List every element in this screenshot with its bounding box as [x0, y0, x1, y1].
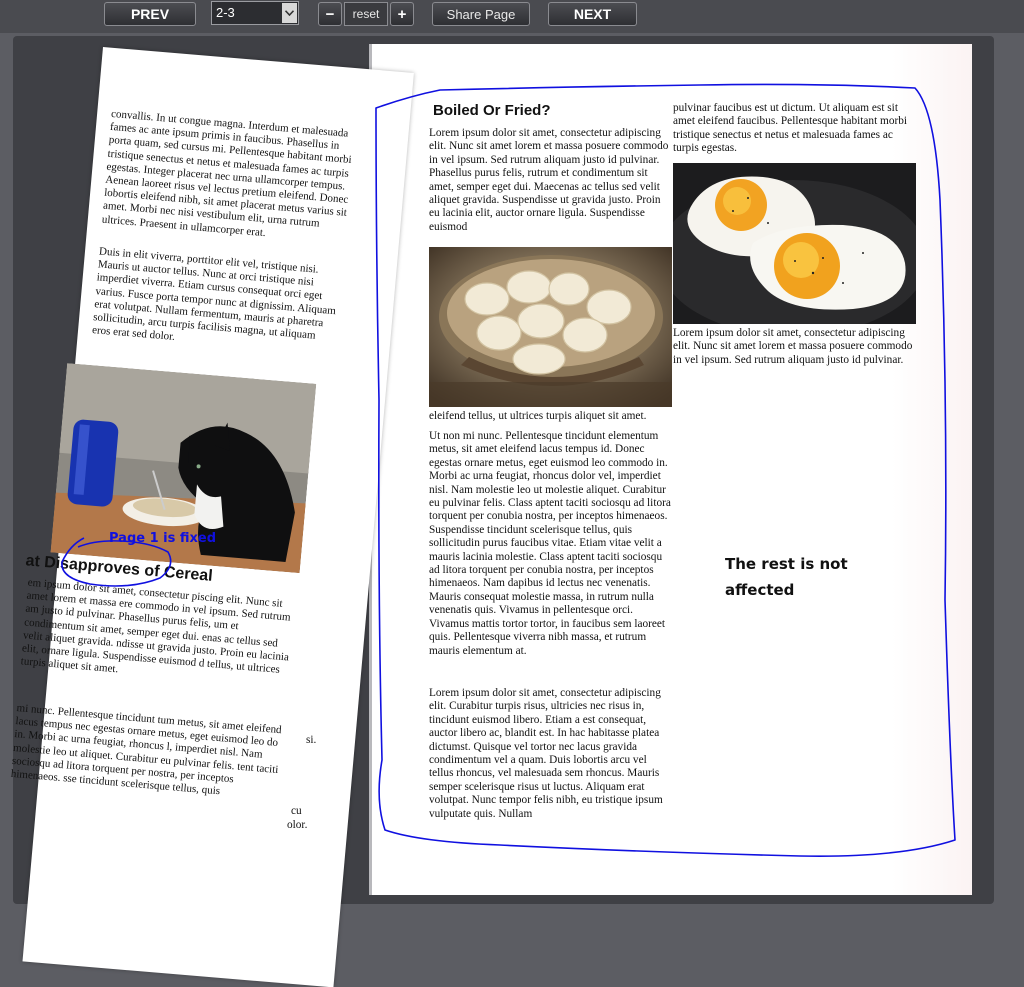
ink-annotation-layer — [61, 83, 956, 857]
selection-outline — [375, 83, 956, 857]
rest-not-affected-note: The rest is not affected — [725, 555, 848, 599]
page-fixed-note: Page 1 is fixed — [109, 531, 217, 546]
